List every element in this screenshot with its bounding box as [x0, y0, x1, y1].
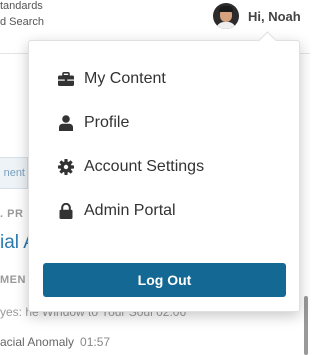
user-dropdown-menu: My Content Profile Account Settings Admi…: [28, 31, 300, 312]
user-greeting: Hi, Noah: [248, 8, 301, 24]
nav-link-search[interactable]: d Search: [0, 16, 44, 29]
content-tab-label: nent: [3, 167, 25, 179]
menu-item-label: Profile: [84, 114, 130, 131]
scrollbar[interactable]: [304, 296, 308, 355]
list-item-duration: 01:57: [80, 335, 111, 349]
user-menu-toggle[interactable]: Hi, Noah: [213, 2, 301, 30]
logout-button[interactable]: Log Out: [43, 263, 286, 297]
list-item-title: acial Anomaly: [0, 335, 75, 349]
nav-link-standards[interactable]: tandards: [0, 0, 43, 13]
menu-item-label: Admin Portal: [84, 202, 176, 219]
menu-item-label: Account Settings: [84, 158, 205, 175]
content-tab[interactable]: nent: [0, 157, 28, 189]
menu-item-label: My Content: [84, 70, 166, 87]
section-prefix: . PR: [0, 208, 24, 220]
lock-icon: [57, 202, 75, 220]
briefcase-icon: [57, 70, 75, 88]
avatar: [213, 3, 239, 29]
menu-item-profile[interactable]: Profile: [29, 106, 299, 140]
menu-item-account-settings[interactable]: Account Settings: [29, 150, 299, 184]
list-item[interactable]: acial Anomaly 01:57: [0, 335, 110, 349]
gear-icon: [57, 158, 75, 176]
section-label: MEN: [0, 274, 26, 286]
user-icon: [57, 114, 75, 132]
menu-item-admin-portal[interactable]: Admin Portal: [29, 194, 299, 228]
page: tandards d Search nent . PR ial A MEN ye…: [0, 0, 310, 355]
menu-item-my-content[interactable]: My Content: [29, 62, 299, 96]
